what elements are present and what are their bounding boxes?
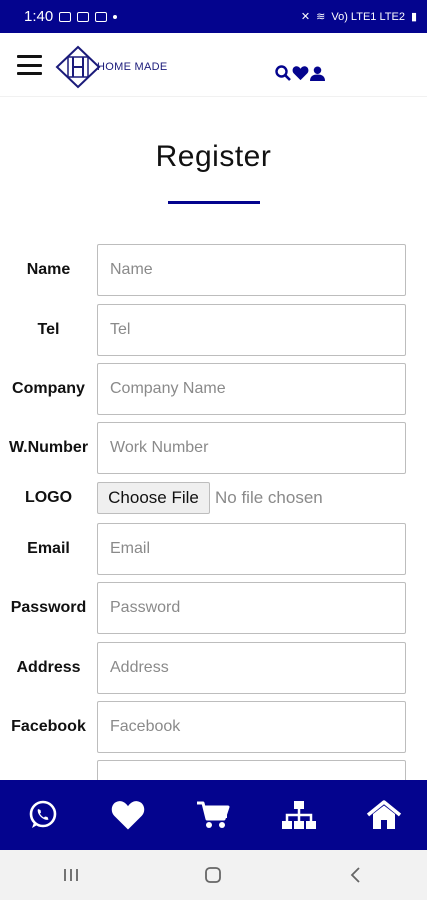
sitemap-icon[interactable] (269, 780, 329, 850)
network-indicator: Vo) LTE1 LTE2 (331, 10, 405, 23)
message-icon (95, 11, 108, 22)
address-label: Address (16, 659, 81, 676)
work-number-label: W.Number (8, 439, 89, 456)
search-icon[interactable] (275, 65, 291, 81)
file-status: No file chosen (215, 488, 323, 507)
logo[interactable]: HOME MADE (55, 45, 168, 89)
status-bar: 1:40 ✕ ≋ Vo) LTE1 LTE2 ▮ (0, 0, 427, 33)
tel-input[interactable] (97, 304, 406, 356)
gallery-icon (59, 11, 72, 22)
cart-icon[interactable] (183, 780, 243, 850)
facebook-input[interactable] (97, 701, 406, 753)
home-icon[interactable] (354, 780, 414, 850)
wifi-icon: ≋ (316, 11, 326, 23)
password-input[interactable] (97, 582, 406, 634)
name-input[interactable] (97, 244, 406, 296)
battery-icon: ▮ (410, 11, 417, 23)
tel-row: Tel (0, 304, 427, 356)
mute-icon: ✕ (300, 11, 311, 23)
logo-row: LOGO Choose File No file chosen (0, 482, 427, 514)
address-row: Address (0, 642, 427, 694)
app-header: HOME MADE (0, 33, 427, 97)
choose-file-button[interactable]: Choose File (97, 482, 210, 514)
page-title: Register (155, 140, 272, 173)
work-number-input[interactable] (97, 422, 406, 474)
back-icon[interactable] (316, 850, 396, 900)
name-row: Name (0, 244, 427, 296)
facebook-label: Facebook (11, 718, 86, 735)
tel-label: Tel (37, 321, 60, 338)
company-label: Company (12, 380, 85, 397)
password-label: Password (10, 599, 87, 616)
whatsapp-icon[interactable] (13, 780, 73, 850)
name-label: Name (26, 261, 71, 278)
email-row: Email (0, 523, 427, 575)
user-icon[interactable] (310, 65, 325, 81)
status-time: 1:40 (24, 8, 54, 25)
heart-icon[interactable] (292, 65, 309, 81)
address-input[interactable] (97, 642, 406, 694)
heart-icon[interactable] (98, 780, 158, 850)
logo-label: LOGO (24, 489, 73, 506)
company-input[interactable] (97, 363, 406, 415)
password-row: Password (0, 582, 427, 634)
bottom-nav (0, 780, 427, 850)
facebook-row: Facebook (0, 701, 427, 753)
notification-dot-icon (113, 14, 118, 19)
title-underline (168, 201, 260, 204)
hamburger-icon[interactable] (17, 55, 42, 75)
recents-icon[interactable] (31, 850, 111, 900)
header-actions (275, 65, 325, 81)
work-number-row: W.Number (0, 422, 427, 474)
screen-icon (77, 11, 90, 22)
email-label: Email (27, 540, 70, 557)
logo-mark-icon (55, 45, 101, 89)
company-row: Company (0, 363, 427, 415)
email-input[interactable] (97, 523, 406, 575)
home-button-icon[interactable] (173, 850, 253, 900)
logo-text: HOME MADE (97, 61, 168, 73)
system-nav (0, 850, 427, 900)
